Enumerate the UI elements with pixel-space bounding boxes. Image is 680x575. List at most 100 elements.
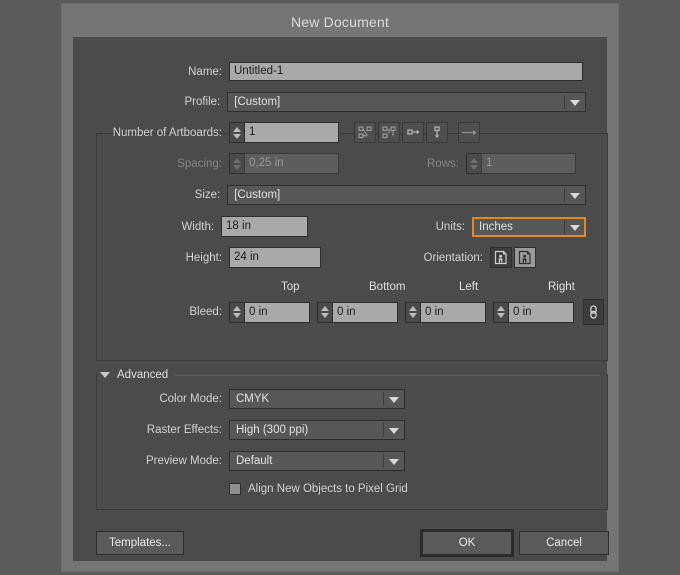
stepper-up-icon[interactable]: [233, 157, 241, 163]
bleed-right-header: Right: [548, 281, 575, 293]
units-dropdown[interactable]: Inches: [472, 216, 586, 237]
color-mode-dropdown-separator: [383, 392, 384, 406]
bleed-bottom-value: 0 in: [337, 305, 356, 318]
preview-mode-row: Preview Mode: Default: [74, 451, 586, 471]
bleed-bottom-stepper-arrows[interactable]: [317, 301, 332, 323]
name-row: Name: Untitled-1: [74, 62, 586, 81]
cancel-button[interactable]: Cancel: [519, 531, 609, 555]
width-value: 18 in: [226, 220, 251, 232]
orientation-landscape-button[interactable]: [514, 247, 536, 268]
artboard-grid-by-row-button[interactable]: [354, 122, 376, 143]
width-row: Width: 18 in Units: Inches: [74, 216, 586, 237]
size-dropdown-separator: [564, 188, 565, 202]
artboard-arrangement-group: [354, 122, 480, 143]
bleed-top-input[interactable]: 0 in: [244, 301, 310, 323]
artboard-layout-direction-button[interactable]: [458, 122, 480, 143]
artboards-value: 1: [249, 126, 256, 138]
stepper-up-icon[interactable]: [233, 306, 241, 311]
stepper-down-icon[interactable]: [233, 133, 241, 139]
stepper-down-icon[interactable]: [233, 313, 241, 318]
profile-row: Profile: [Custom]: [74, 92, 586, 112]
color-mode-label: Color Mode:: [159, 393, 222, 405]
rows-stepper[interactable]: 1: [466, 153, 576, 174]
ok-button[interactable]: OK: [422, 531, 512, 555]
dialog-title: New Document: [290, 14, 390, 30]
bleed-left-input[interactable]: 0 in: [420, 301, 486, 323]
artboard-arrange-by-row-icon: [406, 129, 419, 135]
stepper-up-icon[interactable]: [321, 306, 329, 311]
chevron-down-icon: [389, 397, 399, 403]
color-mode-row: Color Mode: CMYK: [74, 389, 586, 409]
artboards-stepper-arrows[interactable]: [229, 122, 244, 143]
bleed-link-button[interactable]: [583, 299, 604, 325]
bleed-left-stepper-arrows[interactable]: [405, 301, 420, 323]
artboard-arrange-by-column-button[interactable]: [426, 122, 448, 143]
stepper-down-icon[interactable]: [409, 313, 417, 318]
preview-mode-dropdown-separator: [383, 454, 384, 468]
stepper-down-icon[interactable]: [497, 313, 505, 318]
rows-stepper-arrows[interactable]: [466, 153, 481, 174]
preview-mode-dropdown[interactable]: Default: [229, 451, 405, 471]
chevron-down-icon: [389, 459, 399, 465]
artboards-stepper[interactable]: 1: [229, 122, 339, 143]
height-input[interactable]: 24 in: [229, 247, 321, 268]
stepper-up-icon[interactable]: [409, 306, 417, 311]
artboards-input[interactable]: 1: [244, 122, 339, 143]
spacing-stepper[interactable]: 0,25 in: [229, 153, 339, 174]
bleed-right-stepper-arrows[interactable]: [493, 301, 508, 323]
bleed-bottom-input[interactable]: 0 in: [332, 301, 398, 323]
bleed-bottom-stepper[interactable]: 0 in: [317, 301, 398, 323]
cancel-button-label: Cancel: [546, 537, 582, 549]
raster-effects-row: Raster Effects: High (300 ppi): [74, 420, 586, 440]
bleed-top-stepper[interactable]: 0 in: [229, 301, 310, 323]
rows-value: 1: [486, 157, 493, 169]
bleed-right-input[interactable]: 0 in: [508, 301, 574, 323]
profile-dropdown[interactable]: [Custom]: [227, 92, 586, 112]
bleed-top-stepper-arrows[interactable]: [229, 301, 244, 323]
spacing-input[interactable]: 0,25 in: [244, 153, 339, 174]
chevron-down-icon: [570, 224, 580, 231]
preview-mode-label: Preview Mode:: [145, 455, 222, 467]
bleed-left-header: Left: [459, 281, 479, 293]
chevron-down-icon: [570, 100, 580, 106]
width-input[interactable]: 18 in: [221, 216, 309, 237]
raster-effects-dropdown-separator: [383, 423, 384, 437]
artboard-arrange-by-column-icon: [433, 125, 440, 138]
dialog-titlebar: New Document: [62, 4, 618, 40]
artboard-grid-by-row-icon: [357, 126, 372, 139]
preview-mode-value: Default: [236, 455, 273, 467]
rows-label: Rows:: [427, 157, 459, 170]
orientation-group: [490, 247, 536, 268]
align-pixel-grid-checkbox[interactable]: [229, 483, 241, 495]
stepper-down-icon[interactable]: [233, 164, 241, 170]
chevron-down-icon: [570, 193, 580, 199]
rows-input[interactable]: 1: [481, 153, 576, 174]
color-mode-value: CMYK: [236, 393, 270, 405]
stepper-up-icon[interactable]: [497, 306, 505, 311]
bleed-top-value: 0 in: [249, 305, 268, 318]
bleed-right-stepper[interactable]: 0 in: [493, 301, 574, 323]
orientation-portrait-button[interactable]: [490, 247, 512, 268]
align-pixel-grid-label: Align New Objects to Pixel Grid: [248, 483, 408, 495]
stepper-up-icon[interactable]: [470, 157, 478, 163]
orientation-landscape-icon: [518, 250, 531, 265]
color-mode-dropdown[interactable]: CMYK: [229, 389, 405, 409]
dialog-body: Name: Untitled-1 Profile: [Custom] Numbe…: [73, 37, 609, 561]
artboard-grid-by-column-button[interactable]: [378, 122, 400, 143]
stepper-down-icon[interactable]: [321, 313, 329, 318]
templates-button-label: Templates...: [109, 537, 171, 549]
artboards-row: Number of Artboards: 1: [74, 122, 594, 143]
chevron-down-icon: [389, 428, 399, 434]
templates-button[interactable]: Templates...: [96, 531, 184, 555]
spacing-row: Spacing: 0,25 in Rows: 1: [74, 153, 586, 174]
stepper-down-icon[interactable]: [470, 164, 478, 170]
artboard-arrange-by-row-button[interactable]: [402, 122, 424, 143]
stepper-up-icon[interactable]: [233, 126, 241, 132]
bleed-left-stepper[interactable]: 0 in: [405, 301, 486, 323]
height-value: 24 in: [234, 251, 259, 263]
height-row: Height: 24 in Orientation:: [74, 247, 586, 268]
raster-effects-dropdown[interactable]: High (300 ppi): [229, 420, 405, 440]
spacing-stepper-arrows[interactable]: [229, 153, 244, 174]
name-input[interactable]: Untitled-1: [229, 62, 583, 81]
size-dropdown[interactable]: [Custom]: [227, 185, 586, 205]
